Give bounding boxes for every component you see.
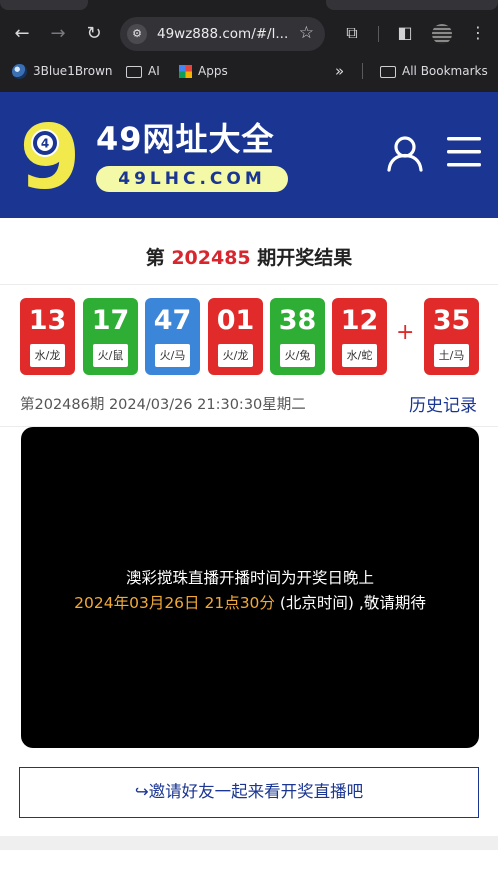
folder-icon [126,65,142,78]
live-notice-line2: 2024年03月26日 21点30分 (北京时间) ,敬请期待 [74,594,426,612]
section-divider [0,836,498,850]
bookmarks-overflow-icon[interactable]: » [335,61,344,81]
more-menu-icon[interactable]: ⋮ [467,22,489,44]
number-ball: 47 火/马 [145,298,200,375]
site-title: 49网址大全 [96,120,275,158]
apps-grid-icon [179,65,192,78]
address-bar[interactable]: ⚙ 49wz888.com/#/l... ☆ [120,17,325,51]
toolbar-divider [378,26,379,42]
user-icon[interactable] [386,134,424,172]
invite-friends-button[interactable]: ↪邀请好友一起来看开奖直播吧 [19,767,479,818]
forward-arrow-icon[interactable]: → [46,22,70,46]
history-link[interactable]: 历史记录 [409,391,477,416]
hamburger-menu-icon[interactable] [446,134,482,170]
live-time: 2024年03月26日 21点30分 [74,594,275,612]
bookmark-ai-folder[interactable]: AI [126,61,160,81]
reload-icon[interactable]: ↻ [82,22,106,46]
divider [0,284,498,285]
browser-toolbar: ← → ↻ ⚙ 49wz888.com/#/l... ☆ ⧉ ◧ ⋮ 3Blue… [0,0,498,92]
number-ball: 17 火/鼠 [83,298,138,375]
all-bookmarks[interactable]: All Bookmarks [380,61,488,81]
site-domain: 49LHC.COM [96,166,288,192]
bookmarks-divider [362,63,363,79]
site-logo[interactable]: 9 4 [18,116,82,194]
3blue1brown-icon [12,64,27,79]
site-settings-icon[interactable]: ⚙ [127,24,147,44]
special-number-ball: 35 土/马 [424,298,479,375]
back-arrow-icon[interactable]: ← [10,22,34,46]
extensions-icon[interactable]: ⧉ [341,22,363,44]
url-text[interactable]: 49wz888.com/#/l... [157,26,288,42]
bookmark-apps[interactable]: Apps [179,61,228,81]
number-ball: 13 水/龙 [20,298,75,375]
plus-sign: + [396,320,415,345]
result-title: 第 202485 期开奖结果 [145,247,353,269]
share-icon: ↪ [134,782,149,801]
folder-icon [380,65,396,78]
profile-avatar[interactable] [432,24,452,44]
bookmark-3blue1brown[interactable]: 3Blue1Brown [12,61,113,81]
logo-ball-number: 4 [41,137,49,151]
period-number: 202485 [171,247,251,269]
live-notice-line1: 澳彩搅珠直播开播时间为开奖日晚上 [125,569,374,587]
number-ball: 38 火/兔 [270,298,325,375]
side-panel-icon[interactable]: ◧ [394,22,416,44]
number-ball: 12 水/蛇 [332,298,387,375]
bookmark-star-icon[interactable]: ☆ [299,23,314,43]
browser-tab[interactable] [0,0,88,10]
next-draw-info: 第202486期 2024/03/26 21:30:30星期二 [20,397,306,413]
number-ball: 01 火/龙 [208,298,263,375]
browser-tab[interactable] [326,0,498,10]
